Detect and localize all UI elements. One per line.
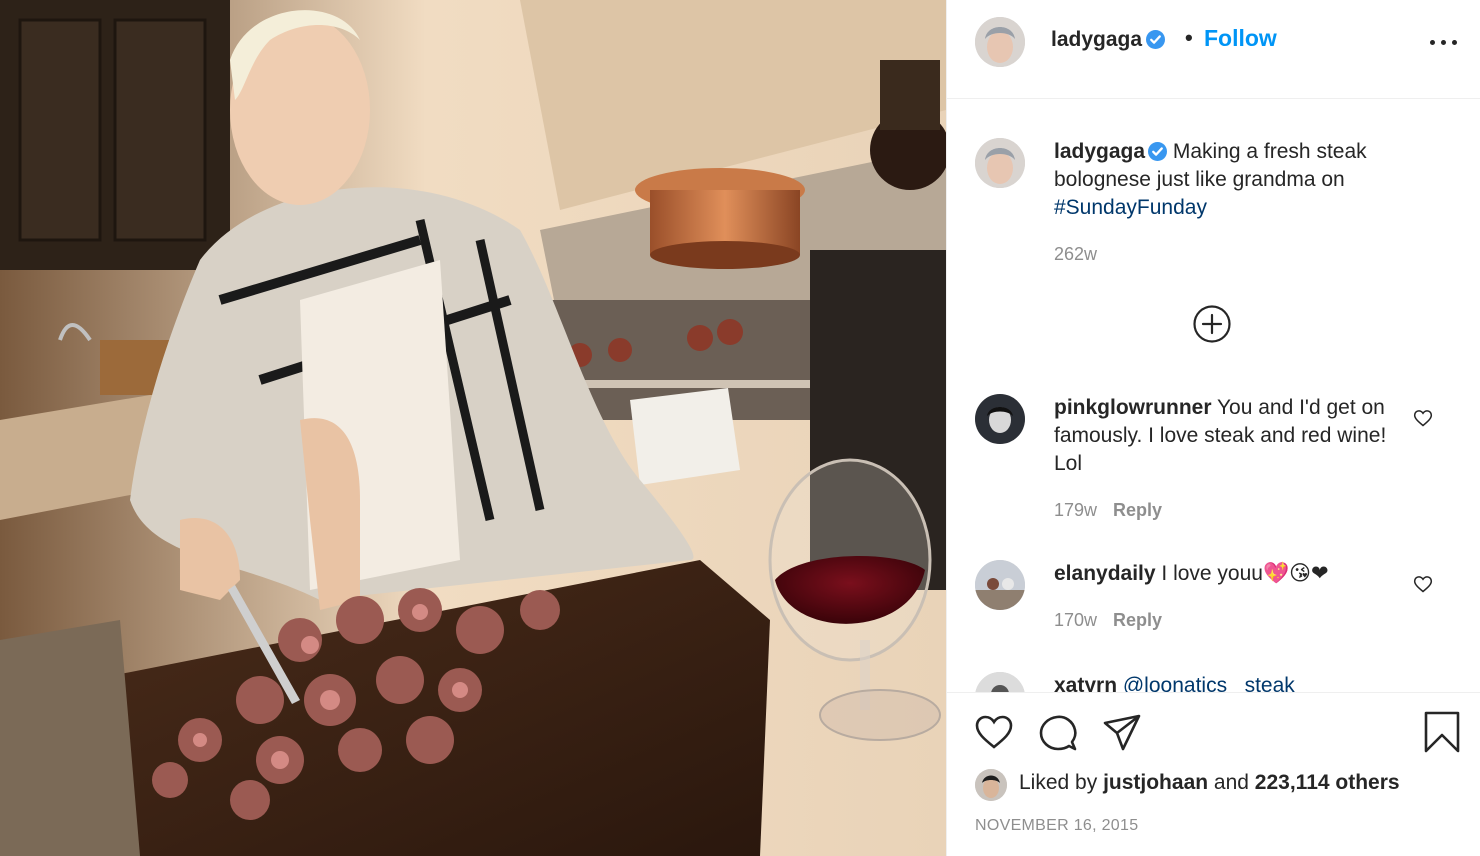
caption-username[interactable]: ladygaga bbox=[1054, 140, 1145, 163]
liker-username[interactable]: justjohaan bbox=[1103, 771, 1208, 794]
comment-text: elanydaily I love youu💖😘❤ bbox=[1054, 560, 1412, 588]
post-photo[interactable] bbox=[0, 0, 946, 856]
caption-meta: 262w bbox=[1054, 244, 1097, 265]
plus-circle-icon[interactable] bbox=[1192, 304, 1232, 344]
verified-badge-icon bbox=[1146, 30, 1166, 49]
likes-middle: and bbox=[1208, 771, 1255, 794]
comment-avatar[interactable] bbox=[975, 672, 1025, 692]
likes-summary: Liked by justjohaan and 223,114 others bbox=[1019, 771, 1400, 795]
comment-age[interactable]: 179w bbox=[1054, 500, 1097, 520]
heart-icon[interactable] bbox=[973, 711, 1015, 753]
reply-button[interactable]: Reply bbox=[1113, 500, 1162, 520]
post-image bbox=[0, 0, 946, 856]
comment-age[interactable]: 170w bbox=[1054, 610, 1097, 630]
caption-text: ladygaga Making a fresh steak bolognese … bbox=[1054, 138, 1412, 222]
likes-prefix: Liked by bbox=[1019, 771, 1104, 794]
follow-button[interactable]: Follow bbox=[1204, 25, 1277, 52]
comments-list[interactable]: ladygaga Making a fresh steak bolognese … bbox=[947, 100, 1480, 692]
caption-avatar[interactable] bbox=[975, 138, 1025, 188]
author-name[interactable]: ladygaga bbox=[1051, 28, 1142, 51]
comment-body: @loonatics_ steak bbox=[1117, 674, 1295, 692]
paper-plane-icon[interactable] bbox=[1101, 711, 1143, 753]
comment-username[interactable]: elanydaily bbox=[1054, 562, 1156, 585]
verified-badge-icon bbox=[1148, 142, 1168, 161]
comment-meta: 179w Reply bbox=[1054, 500, 1162, 521]
comment-body: I love youu💖😘❤ bbox=[1155, 562, 1329, 585]
comment-username[interactable]: pinkglowrunner bbox=[1054, 396, 1212, 419]
header-separator: • bbox=[1185, 25, 1193, 50]
liker-avatar[interactable] bbox=[975, 769, 1007, 801]
comment-meta: 170w Reply bbox=[1054, 610, 1162, 631]
post-date[interactable]: NOVEMBER 16, 2015 bbox=[975, 817, 1138, 835]
caption-hashtag[interactable]: #SundayFunday bbox=[1054, 196, 1207, 219]
comment-avatar[interactable] bbox=[975, 560, 1025, 610]
comment-bubble-icon[interactable] bbox=[1037, 711, 1079, 753]
author-avatar[interactable] bbox=[975, 17, 1025, 67]
comment-like-heart-icon[interactable] bbox=[1413, 408, 1433, 428]
post-header: ladygaga • Follow bbox=[947, 0, 1480, 99]
reply-button[interactable]: Reply bbox=[1113, 610, 1162, 630]
more-options-icon[interactable] bbox=[1429, 32, 1459, 50]
caption-age[interactable]: 262w bbox=[1054, 244, 1097, 264]
post-actions: Liked by justjohaan and 223,114 others N… bbox=[947, 692, 1480, 856]
comment-text: xatyrn @loonatics_ steak bbox=[1054, 672, 1412, 692]
bookmark-icon[interactable] bbox=[1421, 711, 1463, 753]
comment-avatar[interactable] bbox=[975, 394, 1025, 444]
comment-text: pinkglowrunner You and I'd get on famous… bbox=[1054, 394, 1412, 478]
likes-count[interactable]: 223,114 others bbox=[1255, 771, 1400, 794]
author-username[interactable]: ladygaga bbox=[1051, 28, 1166, 52]
comment-username[interactable]: xatyrn bbox=[1054, 674, 1117, 692]
comment-like-heart-icon[interactable] bbox=[1413, 574, 1433, 594]
post-sidebar: ladygaga • Follow ladygaga Making a fres… bbox=[946, 0, 1480, 856]
